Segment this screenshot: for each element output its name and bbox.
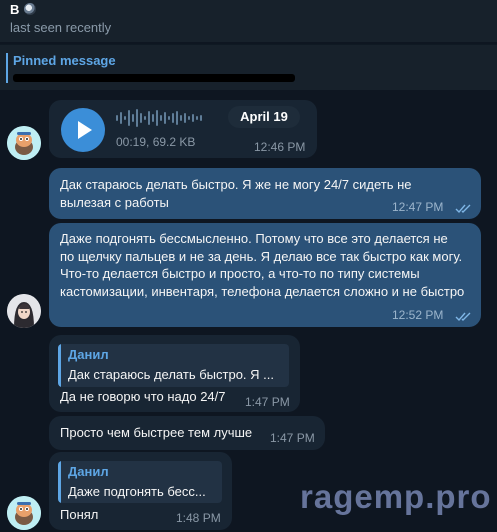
message-text: Даже подгонять бессмысленно. Потому что … xyxy=(60,231,465,299)
message-time: 12:52 PM xyxy=(392,308,444,322)
avatar[interactable] xyxy=(7,496,41,530)
play-button[interactable] xyxy=(61,108,105,152)
incoming-message[interactable]: Просто чем быстрее тем лучше 1:47 PM xyxy=(49,416,325,450)
contact-status: last seen recently xyxy=(10,20,112,35)
reply-quote[interactable]: Данил Дак стараюсь делать быстро. Я ... xyxy=(58,344,289,387)
reply-text: Даже подгонять бесс... xyxy=(68,484,206,499)
pinned-accent-bar xyxy=(6,53,8,83)
message-text: Да не говорю что надо 24/7 xyxy=(60,389,226,404)
outgoing-message[interactable]: Дак стараюсь делать быстро. Я же не могу… xyxy=(49,168,481,219)
voice-duration-size: 00:19, 69.2 KB xyxy=(116,135,196,149)
message-time: 12:47 PM xyxy=(392,200,444,214)
read-check-icon xyxy=(455,204,471,214)
avatar[interactable] xyxy=(7,294,41,328)
reply-quote[interactable]: Данил Даже подгонять бесс... xyxy=(58,461,222,503)
message-time: 1:47 PM xyxy=(245,395,290,409)
play-icon xyxy=(78,121,92,139)
message-time: 1:48 PM xyxy=(176,511,221,525)
message-time: 1:47 PM xyxy=(270,431,315,445)
message-text: Понял xyxy=(60,507,99,522)
pinned-message-bar[interactable]: Pinned message xyxy=(0,44,497,90)
emoji-status-icon xyxy=(24,3,36,15)
contact-name: B xyxy=(10,2,20,17)
outgoing-message[interactable]: Даже подгонять бессмысленно. Потому что … xyxy=(49,223,481,327)
reply-text: Дак стараюсь делать быстро. Я ... xyxy=(68,367,274,382)
pinned-title: Pinned message xyxy=(13,53,116,68)
voice-waveform[interactable] xyxy=(116,107,226,129)
incoming-message[interactable]: Данил Дак стараюсь делать быстро. Я ... … xyxy=(49,335,300,412)
reply-accent-bar xyxy=(58,461,61,503)
watermark: ragemp.pro xyxy=(300,478,492,515)
avatar[interactable] xyxy=(7,126,41,160)
message-text: Просто чем быстрее тем лучше xyxy=(60,425,253,440)
date-pill: April 19 xyxy=(228,106,300,128)
chat-header[interactable]: B last seen recently xyxy=(0,0,497,42)
reply-author: Данил xyxy=(68,464,109,479)
incoming-message[interactable]: Данил Даже подгонять бесс... Понял 1:48 … xyxy=(49,452,232,530)
read-check-icon xyxy=(455,312,471,322)
pinned-redacted-text xyxy=(13,74,295,82)
voice-message-time: 12:46 PM xyxy=(254,140,306,154)
reply-accent-bar xyxy=(58,344,61,387)
reply-author: Данил xyxy=(68,347,109,362)
message-text: Дак стараюсь делать быстро. Я же не могу… xyxy=(60,177,412,210)
